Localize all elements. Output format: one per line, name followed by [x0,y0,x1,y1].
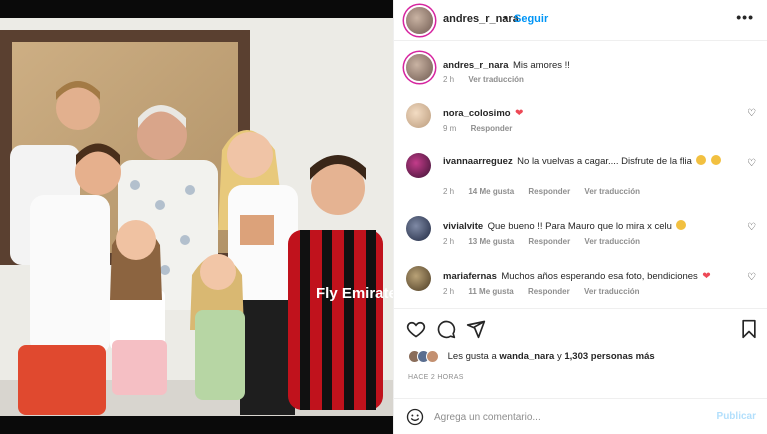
reply-button[interactable]: Responder [528,187,570,196]
more-options-icon[interactable]: ••• [736,9,754,25]
comment-username[interactable]: vivialvite [443,221,483,232]
likers-avatars[interactable] [408,350,439,363]
commenter-avatar[interactable] [406,103,431,128]
likes-summary: Les gusta a wanda_nara y 1,303 personas … [408,350,655,363]
save-bookmark-icon[interactable] [740,319,758,339]
post-action-bar [394,308,767,348]
comment-text: No la vuelvas a cagar.... Disfrute de la… [517,156,692,167]
face-emoji-icon [710,155,721,165]
reply-button[interactable]: Responder [528,237,570,246]
caption-time: 2 h [443,75,455,84]
like-comment-heart-icon[interactable]: ♡ [747,272,756,283]
commenter-avatar[interactable] [406,266,431,291]
publish-button[interactable]: Publicar [717,411,756,422]
reply-button[interactable]: Responder [528,287,570,296]
commenter-avatar[interactable] [406,216,431,241]
face-emoji-icon [676,220,687,230]
add-comment-bar: Publicar [394,398,767,434]
likes-prefix: Les gusta a [447,351,497,363]
family-photo-illustration: Fly Emirates [0,0,393,434]
post-photo[interactable]: Fly Emirates [0,0,393,434]
comment-username[interactable]: nora_colosimo [443,108,511,119]
likes-user-link[interactable]: wanda_nara [499,351,554,362]
comment-time: 2 h [443,287,455,296]
like-comment-heart-icon[interactable]: ♡ [747,108,756,119]
caption-username[interactable]: andres_r_nara [443,60,508,71]
comment-text: Que bueno !! Para Mauro que lo mira x ce… [487,221,672,232]
commenter-avatar[interactable] [406,153,431,178]
emoji-picker-icon[interactable] [406,408,424,426]
author-avatar[interactable] [406,7,433,34]
translate-link[interactable]: Ver traducción [584,187,640,196]
red-heart-emoji-icon: ❤ [515,108,524,119]
comment-input[interactable] [434,408,704,426]
instagram-post-window: Fly Emirates andres_r_nara • Seguir [0,0,767,434]
caption-translate-link[interactable]: Ver traducción [468,75,524,84]
post-header: andres_r_nara • Seguir ••• [394,0,767,41]
comment-likes-count[interactable]: 11 Me gusta [468,287,513,296]
translate-link[interactable]: Ver traducción [584,287,640,296]
post-side-panel: andres_r_nara • Seguir ••• andres_r_nara… [393,0,767,434]
comment-text: Muchos años esperando esa foto, bendicio… [501,271,698,282]
follow-button[interactable]: Seguir [514,13,548,25]
comment-username[interactable]: mariafernas [443,271,497,282]
red-heart-emoji-icon: ❤ [702,271,711,282]
comment-time: 2 h [443,237,455,246]
share-send-icon[interactable] [466,319,486,339]
like-comment-heart-icon[interactable]: ♡ [747,158,756,169]
comment-likes-count[interactable]: 14 Me gusta [468,187,514,196]
separator-dot: • [504,12,508,24]
face-emoji-icon [696,155,707,165]
post-timestamp: HACE 2 HORAS [408,374,464,381]
comment-username[interactable]: ivannaarreguez [443,156,513,167]
caption-text: Mis amores !! [512,60,570,71]
comment-likes-count[interactable]: 13 Me gusta [468,237,514,246]
translate-link[interactable]: Ver traducción [584,237,640,246]
likes-count-link[interactable]: 1,303 personas más [564,351,654,362]
jersey-text: Fly Emirates [316,285,393,302]
comment-time: 2 h [443,187,455,196]
comment-time: 9 m [443,124,457,133]
comment-bubble-icon[interactable] [436,319,456,339]
likes-middle: y [556,351,562,363]
caption-avatar[interactable] [406,54,433,81]
like-comment-heart-icon[interactable]: ♡ [747,222,756,233]
like-heart-icon[interactable] [406,319,426,339]
reply-button[interactable]: Responder [471,124,513,133]
